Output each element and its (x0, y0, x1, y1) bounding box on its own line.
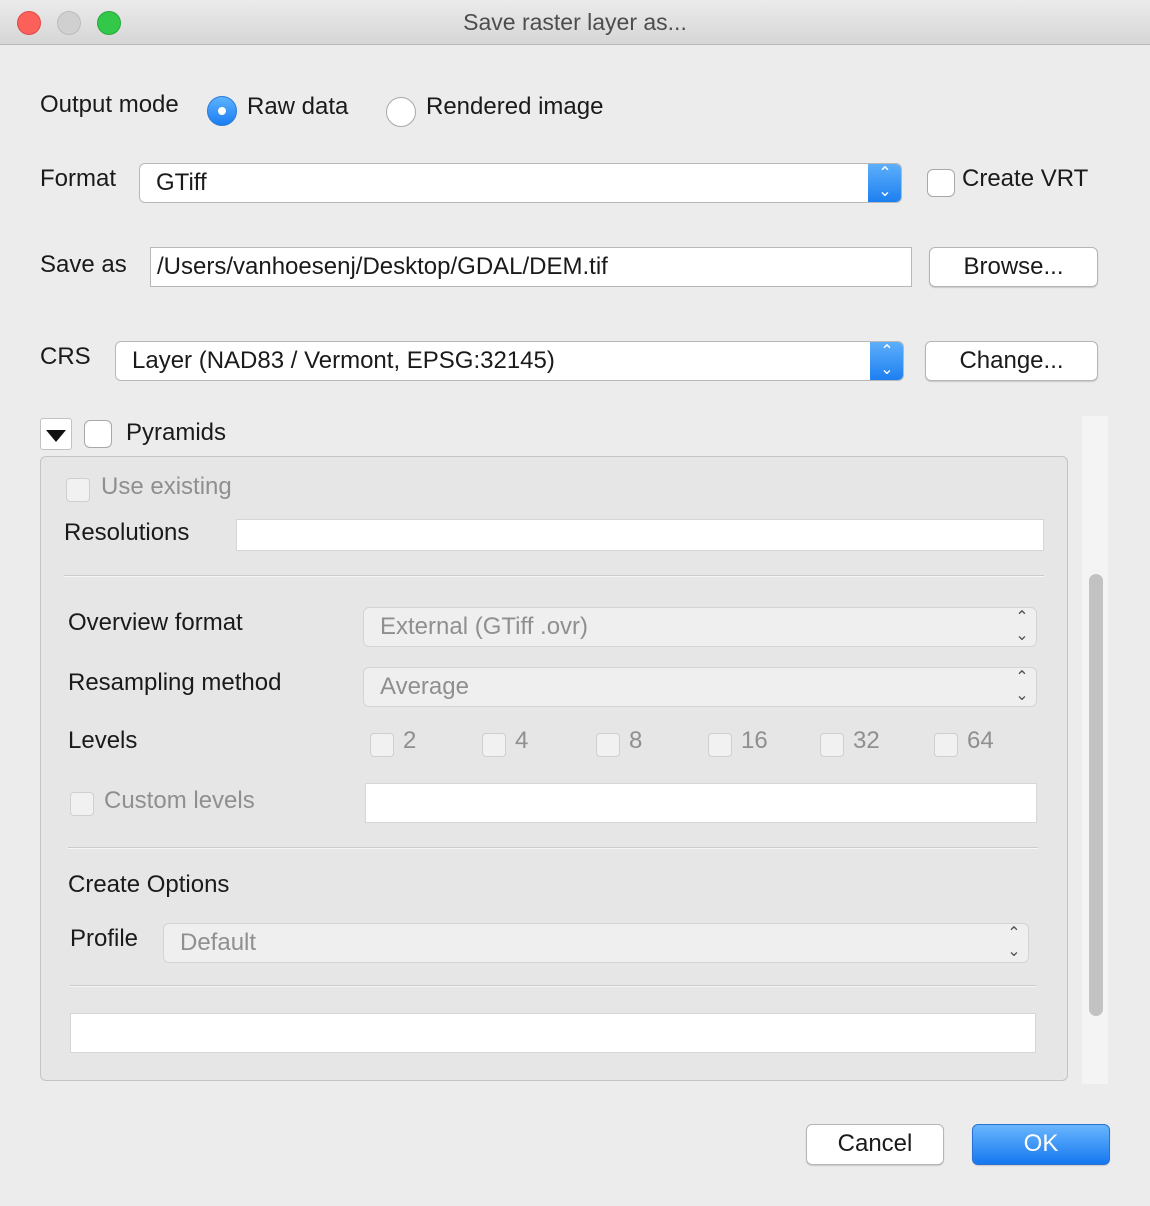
rendered-image-label[interactable]: Rendered image (426, 93, 603, 121)
separator (70, 985, 1036, 987)
browse-button[interactable]: Browse... (929, 247, 1098, 287)
ok-button[interactable]: OK (972, 1124, 1110, 1165)
save-as-label: Save as (40, 251, 127, 278)
use-existing-label: Use existing (101, 473, 232, 500)
resampling-method-value: Average (380, 673, 469, 700)
profile-value: Default (180, 929, 257, 956)
level-checkbox[interactable] (482, 733, 506, 757)
combo-stepper-icon: ⌃ ⌄ (1007, 925, 1021, 960)
create-options-label: Create Options (68, 871, 230, 898)
create-vrt-label[interactable]: Create VRT (962, 165, 1088, 193)
format-combo-value: GTiff (156, 169, 207, 196)
level-label: 4 (515, 727, 529, 754)
level-label: 64 (967, 727, 994, 754)
combo-stepper-icon: ⌃ ⌄ (1015, 669, 1029, 704)
overview-format-combo[interactable]: External (GTiff .ovr) ⌃ ⌄ (363, 607, 1037, 647)
create-vrt-checkbox[interactable] (927, 169, 955, 197)
raw-data-radio[interactable] (207, 96, 237, 126)
level-checkbox[interactable] (934, 733, 958, 757)
level-label: 2 (403, 727, 417, 754)
combo-stepper-icon: ⌃ ⌄ (1015, 609, 1029, 644)
custom-levels-input[interactable] (365, 783, 1037, 823)
level-label: 8 (629, 727, 643, 754)
level-checkbox[interactable] (596, 733, 620, 757)
custom-levels-label: Custom levels (104, 787, 255, 814)
separator (64, 575, 1044, 577)
save-as-path-input[interactable]: /Users/vanhoesenj/Desktop/GDAL/DEM.tif (150, 247, 912, 287)
pyramids-label[interactable]: Pyramids (126, 419, 226, 447)
pyramids-checkbox[interactable] (84, 420, 112, 448)
profile-label: Profile (70, 925, 139, 952)
combo-stepper-icon: ⌃ ⌄ (870, 342, 903, 380)
separator (68, 847, 1038, 849)
combo-stepper-icon: ⌃ ⌄ (868, 164, 901, 202)
collapse-triangle-icon[interactable] (40, 418, 72, 450)
custom-levels-checkbox[interactable] (70, 792, 94, 816)
level-checkbox[interactable] (820, 733, 844, 757)
cancel-button[interactable]: Cancel (806, 1124, 944, 1165)
crs-label: CRS (40, 343, 91, 370)
level-label: 16 (741, 727, 768, 754)
resolutions-label: Resolutions (64, 519, 190, 546)
crs-combo[interactable]: Layer (NAD83 / Vermont, EPSG:32145) ⌃ ⌄ (115, 341, 904, 381)
level-checkbox[interactable] (708, 733, 732, 757)
output-mode-label: Output mode (40, 91, 179, 118)
format-label: Format (40, 165, 117, 192)
title-bar: Save raster layer as... (0, 0, 1150, 45)
overview-format-label: Overview format (68, 609, 243, 636)
raw-data-label[interactable]: Raw data (247, 93, 348, 121)
window-title: Save raster layer as... (463, 9, 687, 35)
resolutions-field[interactable] (236, 519, 1044, 551)
rendered-image-radio[interactable] (386, 97, 416, 127)
level-label: 32 (853, 727, 880, 754)
levels-label: Levels (68, 727, 138, 754)
resampling-method-label: Resampling method (68, 669, 282, 696)
crs-combo-value: Layer (NAD83 / Vermont, EPSG:32145) (132, 347, 555, 374)
change-crs-button[interactable]: Change... (925, 341, 1098, 381)
create-options-field[interactable] (70, 1013, 1036, 1053)
level-checkbox[interactable] (370, 733, 394, 757)
use-existing-checkbox[interactable] (66, 478, 90, 502)
format-combo[interactable]: GTiff ⌃ ⌄ (139, 163, 902, 203)
overview-format-value: External (GTiff .ovr) (380, 613, 589, 640)
profile-combo[interactable]: Default ⌃ ⌄ (163, 923, 1029, 963)
resampling-method-combo[interactable]: Average ⌃ ⌄ (363, 667, 1037, 707)
scrollbar-thumb[interactable] (1089, 574, 1103, 1016)
